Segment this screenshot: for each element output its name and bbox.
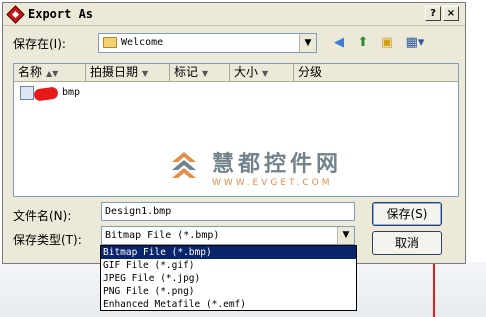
filetype-option-emf[interactable]: Enhanced Metafile (*.emf) — [101, 298, 356, 311]
screenshot-frame: Export As ? × 保存在(I): Welcome ▼ ◀ ⬆ ▣ ▦▾… — [0, 0, 486, 317]
filetype-dropdown-list[interactable]: Bitmap File (*.bmp) GIF File (*.gif) JPE… — [100, 245, 357, 311]
sort-arrow-icon: ▲▼ — [46, 69, 59, 78]
filetype-combo[interactable]: Bitmap File (*.bmp) ▼ — [101, 226, 355, 245]
app-icon — [6, 5, 25, 24]
filetype-option-gif[interactable]: GIF File (*.gif) — [101, 259, 356, 272]
help-button[interactable]: ? — [425, 6, 441, 21]
export-dialog: Export As ? × 保存在(I): Welcome ▼ ◀ ⬆ ▣ ▦▾… — [2, 2, 466, 264]
filename-label: 文件名(N): — [13, 209, 72, 223]
filetype-option-bmp[interactable]: Bitmap File (*.bmp) — [101, 246, 356, 259]
column-name[interactable]: 名称 ▲▼ — [14, 64, 86, 82]
chevron-down-icon[interactable]: ▼ — [337, 227, 354, 244]
watermark-text: 慧都控件网 — [212, 152, 343, 177]
column-arrow-icon: ▼ — [262, 69, 269, 78]
up-folder-icon[interactable]: ⬆ — [353, 33, 373, 53]
cancel-button[interactable]: 取消 — [372, 231, 442, 255]
column-size-label: 大小 — [234, 65, 259, 79]
view-menu-icon[interactable]: ▦▾ — [402, 33, 428, 53]
filetype-option-png[interactable]: PNG File (*.png) — [101, 285, 356, 298]
column-arrow-icon: ▼ — [202, 69, 209, 78]
column-tags-label: 标记 — [174, 65, 199, 79]
filetype-option-jpg[interactable]: JPEG File (*.jpg) — [101, 272, 356, 285]
column-date-taken-label: 拍摄日期 — [90, 65, 139, 79]
save-in-label: 保存在(I): — [13, 37, 66, 51]
column-rating-label: 分级 — [298, 65, 323, 79]
chevron-down-icon[interactable]: ▼ — [299, 34, 316, 52]
save-in-combo[interactable]: Welcome ▼ — [98, 33, 317, 53]
column-date-taken[interactable]: 拍摄日期 ▼ — [86, 64, 170, 82]
watermark-url: WWW.EVGET.COM — [212, 178, 333, 188]
redaction-mark — [33, 86, 59, 102]
column-size[interactable]: 大小 ▼ — [230, 64, 294, 82]
background-red-line — [433, 262, 435, 317]
save-button[interactable]: 保存(S) — [372, 202, 442, 226]
file-name: bmp — [62, 87, 81, 98]
close-button[interactable]: × — [443, 6, 459, 21]
watermark: 慧都控件网 WWW.EVGET.COM — [164, 144, 384, 204]
folder-icon — [103, 37, 117, 48]
column-name-label: 名称 — [18, 65, 43, 79]
save-in-value: Welcome — [121, 37, 164, 48]
back-icon[interactable]: ◀ — [329, 33, 349, 53]
image-file-icon — [20, 86, 34, 100]
title-bar: Export As ? × — [3, 3, 465, 26]
file-list[interactable]: 名称 ▲▼ 拍摄日期 ▼ 标记 ▼ 大小 ▼ 分级 bmp 慧都控件网 WWW.EVGE… — [13, 63, 459, 197]
watermark-logo-icon — [172, 152, 196, 178]
column-rating[interactable]: 分级 — [294, 64, 458, 82]
column-tags[interactable]: 标记 ▼ — [170, 64, 230, 82]
filetype-label: 保存类型(T): — [13, 233, 82, 247]
new-folder-icon[interactable]: ▣ — [377, 33, 397, 53]
column-arrow-icon: ▼ — [142, 69, 149, 78]
filename-input[interactable]: Design1.bmp — [101, 202, 355, 221]
filetype-value: Bitmap File (*.bmp) — [105, 230, 220, 241]
window-title: Export As — [28, 7, 94, 21]
column-headers: 名称 ▲▼ 拍摄日期 ▼ 标记 ▼ 大小 ▼ 分级 — [14, 64, 458, 82]
